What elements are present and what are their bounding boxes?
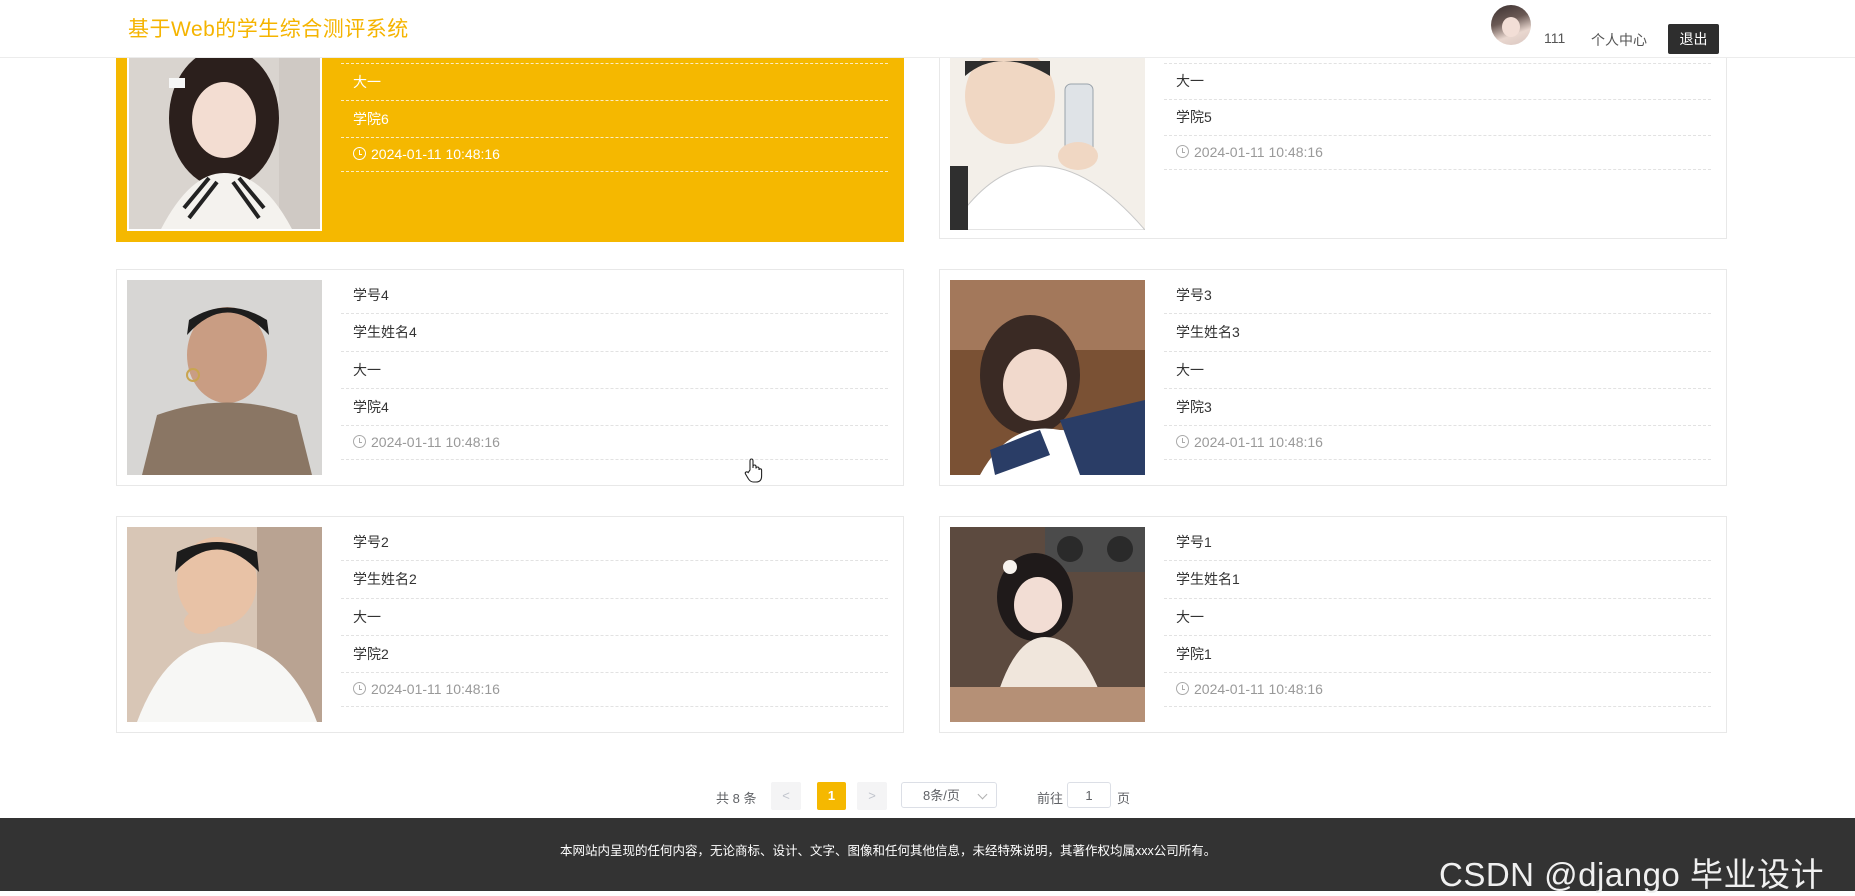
student-name: 学生姓名4 [341, 314, 888, 352]
created-time: 2024-01-11 10:48:16 [371, 434, 500, 450]
top-header: 基于Web的学生综合测评系统 111 个人中心 退出 [0, 0, 1855, 58]
student-photo [950, 527, 1145, 722]
clock-icon [353, 147, 366, 160]
footer-copyright: 本网站内呈现的任何内容，无论商标、设计、文字、图像和任何其他信息，未经特殊说明，… [560, 844, 1217, 858]
clock-icon [353, 435, 366, 448]
prev-page-button[interactable]: < [771, 782, 801, 810]
student-college: 学院6 [341, 101, 888, 138]
created-time: 2024-01-11 10:48:16 [371, 681, 500, 697]
created-time-row: 2024-01-11 10:48:16 [1164, 673, 1711, 707]
logout-button[interactable]: 退出 [1668, 24, 1719, 54]
pagination-total: 共 8 条 [716, 791, 757, 806]
student-photo [127, 280, 322, 475]
created-time-row: 2024-01-11 10:48:16 [341, 138, 888, 172]
username-label: 111 [1544, 30, 1566, 46]
next-page-button[interactable]: > [857, 782, 887, 810]
page-size-value: 8条/页 [923, 788, 960, 803]
student-info: 学号1 学生姓名1 大一 学院1 2024-01-11 10:48:16 [1164, 525, 1711, 707]
watermark-text: CSDN @django 毕业设计 [1439, 856, 1824, 893]
student-info: 学号3 学生姓名3 大一 学院3 2024-01-11 10:48:16 [1164, 278, 1711, 460]
student-photo [950, 56, 1145, 230]
created-time: 2024-01-11 10:48:16 [1194, 681, 1323, 697]
student-grade: 大一 [341, 599, 888, 636]
student-id: 学号1 [1164, 525, 1711, 561]
student-card-2[interactable]: 学号2 学生姓名2 大一 学院2 2024-01-11 10:48:16 [116, 516, 904, 733]
page-number-1[interactable]: 1 [817, 782, 846, 810]
student-grade: 大一 [1164, 64, 1711, 100]
student-name: 学生姓名1 [1164, 561, 1711, 599]
student-id: 学号4 [341, 278, 888, 314]
student-college: 学院3 [1164, 389, 1711, 426]
student-photo [127, 527, 322, 722]
student-college: 学院4 [341, 389, 888, 426]
student-name: 学生姓名3 [1164, 314, 1711, 352]
student-grade: 大一 [1164, 352, 1711, 389]
created-time: 2024-01-11 10:48:16 [1194, 144, 1323, 160]
student-photo [950, 280, 1145, 475]
student-card-1[interactable]: 学号1 学生姓名1 大一 学院1 2024-01-11 10:48:16 [939, 516, 1727, 733]
student-college: 学院2 [341, 636, 888, 673]
clock-icon [1176, 145, 1189, 158]
created-time-row: 2024-01-11 10:48:16 [1164, 426, 1711, 460]
created-time-row: 2024-01-11 10:48:16 [1164, 136, 1711, 170]
chevron-down-icon [977, 789, 988, 800]
student-info: 学号4 学生姓名4 大一 学院4 2024-01-11 10:48:16 [341, 278, 888, 460]
page-unit-label: 页 [1117, 791, 1131, 806]
student-college: 学院5 [1164, 100, 1711, 136]
page-size-select[interactable]: 8条/页 [901, 782, 997, 808]
student-name: 学生姓名2 [341, 561, 888, 599]
student-card-4[interactable]: 学号4 学生姓名4 大一 学院4 2024-01-11 10:48:16 [116, 269, 904, 486]
pagination: 共 8 条 < 1 > 8条/页 前往 页 [0, 782, 1855, 810]
student-id: 学号2 [341, 525, 888, 561]
created-time: 2024-01-11 10:48:16 [371, 146, 500, 162]
created-time-row: 2024-01-11 10:48:16 [341, 426, 888, 460]
student-photo [127, 56, 322, 231]
goto-label: 前往 [1037, 791, 1064, 806]
clock-icon [353, 682, 366, 695]
student-info: 学号2 学生姓名2 大一 学院2 2024-01-11 10:48:16 [341, 525, 888, 707]
created-time: 2024-01-11 10:48:16 [1194, 434, 1323, 450]
site-title[interactable]: 基于Web的学生综合测评系统 [128, 13, 409, 43]
created-time-row: 2024-01-11 10:48:16 [341, 673, 888, 707]
user-avatar[interactable] [1491, 5, 1531, 45]
hand-cursor-icon [744, 458, 763, 483]
clock-icon [1176, 682, 1189, 695]
goto-page-input[interactable] [1067, 782, 1111, 808]
student-id: 学号3 [1164, 278, 1711, 314]
student-card-3[interactable]: 学号3 学生姓名3 大一 学院3 2024-01-11 10:48:16 [939, 269, 1727, 486]
personal-center-link[interactable]: 个人中心 [1591, 30, 1647, 50]
student-grade: 大一 [341, 352, 888, 389]
student-college: 学院1 [1164, 636, 1711, 673]
student-grade: 大一 [341, 64, 888, 101]
student-grade: 大一 [1164, 599, 1711, 636]
footer: 本网站内呈现的任何内容，无论商标、设计、文字、图像和任何其他信息，未经特殊说明，… [0, 818, 1855, 893]
clock-icon [1176, 435, 1189, 448]
